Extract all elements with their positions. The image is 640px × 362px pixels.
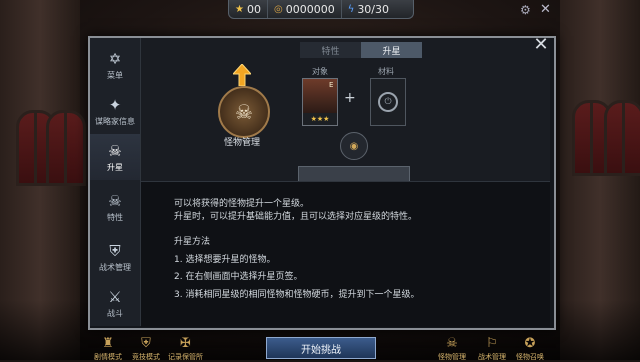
grade-badge: E — [329, 81, 334, 89]
info-line-2: 升星时，可以提升基础能力值，且可以选择对应星级的特性。 — [174, 212, 418, 222]
info-line-1: 可以将获得的怪物提升一个星级。 — [174, 199, 310, 209]
monster-manage-button[interactable]: ☠ 怪物管理 — [438, 334, 466, 362]
sidebar-item-menu[interactable]: ✡ 菜单 — [90, 42, 140, 88]
sidebar-item-label: 谋略家信息 — [95, 116, 135, 126]
arena-mode-button[interactable]: ⛨ 竞技模式 — [132, 334, 160, 362]
sidebar-item-strategist-info[interactable]: ✦ 谋略家信息 — [90, 88, 140, 134]
sidebar-item-label: 战术管理 — [99, 262, 131, 272]
method-step-1: 1. 选择想要升星的怪物。 — [174, 255, 276, 265]
bottom-button-label: 怪物管理 — [438, 353, 466, 361]
sword-shield-icon: ⚔ — [108, 287, 122, 306]
shield-icon: ⛨ — [109, 241, 121, 260]
target-label: 对象 — [312, 67, 328, 76]
gold-stat: ◎ 0000000 — [268, 0, 342, 18]
stars-value: 00 — [246, 2, 261, 16]
tactics-manage-button[interactable]: ⚐ 战术管理 — [478, 334, 506, 362]
tab-star-up[interactable]: 升星 — [361, 42, 422, 58]
star-of-david-icon: ✡ — [108, 49, 122, 68]
coin-icon: ◎ — [273, 3, 283, 15]
method-step-3: 3. 消耗相同星级的相同怪物和怪物硬币，提升到下一个星级。 — [174, 290, 420, 300]
sidebar-item-battle[interactable]: ⚔ 战斗 — [90, 280, 140, 326]
sidebar-item-label: 特性 — [107, 212, 123, 222]
record-icon: ✠ — [180, 335, 191, 351]
preview-panel — [141, 38, 550, 181]
method-step-2: 2. 在右侧画面中选择升星页签。 — [174, 272, 303, 282]
tactics-icon: ⚐ — [486, 335, 498, 351]
upgrade-button[interactable] — [298, 166, 410, 182]
arena-icon: ⛨ — [141, 335, 151, 351]
summon-icon: ✪ — [524, 335, 536, 351]
monster-coin-icon: ◉ — [340, 132, 368, 160]
stars-stat: ★ 00 — [229, 0, 268, 18]
power-icon: ⏻ — [378, 92, 398, 112]
record-archive-button[interactable]: ✠ 记录保管所 — [168, 334, 203, 362]
bottom-button-label: 竞技模式 — [132, 353, 160, 361]
energy-value: 30/30 — [357, 2, 390, 16]
settings-gear-icon[interactable]: ⚙ — [520, 3, 534, 17]
bottom-button-label: 记录保管所 — [168, 353, 203, 361]
material-label: 材料 — [378, 67, 394, 76]
sidebar-item-tactics[interactable]: ⛨ 战术管理 — [90, 234, 140, 280]
bottom-button-label: 剧情模式 — [94, 353, 122, 361]
bottom-button-label: 战术管理 — [478, 353, 506, 361]
energy-stat: ϟ 30/30 — [342, 0, 395, 18]
sidebar-item-star-up[interactable]: ☠ 升星 — [90, 134, 140, 180]
story-mode-button[interactable]: ♜ 剧情模式 — [94, 334, 122, 362]
resource-status-bar: ★ 00 ◎ 0000000 ϟ 30/30 — [228, 0, 414, 19]
sidebar-item-traits[interactable]: ☠ 特性 — [90, 184, 140, 230]
star-rating: ★★★ — [303, 113, 337, 125]
upgrade-arrow-icon — [233, 64, 251, 86]
star-lightning-icon: ✦ — [108, 95, 122, 114]
sidebar-item-label: 战斗 — [107, 308, 123, 318]
skull-icon: ☠ — [108, 141, 122, 160]
target-monster-card[interactable]: E ★★★ — [302, 78, 338, 126]
story-icon: ♜ — [102, 335, 114, 351]
help-sidebar: ✡ 菜单 ✦ 谋略家信息 ☠ 升星 ☠ 特性 ⛨ 战术管理 ⚔ 战斗 — [90, 38, 141, 326]
right-window-2 — [604, 100, 640, 176]
material-slot[interactable]: ⏻ — [370, 78, 406, 126]
lightning-icon: ϟ — [347, 3, 355, 15]
gold-value: 0000000 — [285, 2, 335, 16]
close-game-icon[interactable]: ✕ — [540, 2, 554, 17]
skull-icon: ☠ — [108, 191, 122, 210]
plus-sign: + — [344, 90, 356, 106]
sidebar-item-label: 升星 — [107, 162, 123, 172]
sidebar-item-label: 菜单 — [107, 70, 123, 80]
star-icon: ★ — [235, 3, 244, 15]
emblem-label: 怪物管理 — [223, 138, 260, 148]
monster-emblem-icon: ☠ — [218, 86, 270, 138]
monster-summon-button[interactable]: ✪ 怪物召唤 — [516, 334, 544, 362]
close-icon[interactable]: ✕ — [532, 36, 550, 54]
left-window-2 — [46, 110, 86, 186]
preview-tabs: 特性 升星 — [300, 42, 422, 58]
start-challenge-button[interactable]: 开始挑战 — [266, 337, 376, 359]
tab-traits[interactable]: 特性 — [300, 42, 361, 58]
bottom-button-label: 怪物召唤 — [516, 353, 544, 361]
method-title: 升星方法 — [174, 237, 211, 247]
monster-icon: ☠ — [446, 335, 458, 351]
